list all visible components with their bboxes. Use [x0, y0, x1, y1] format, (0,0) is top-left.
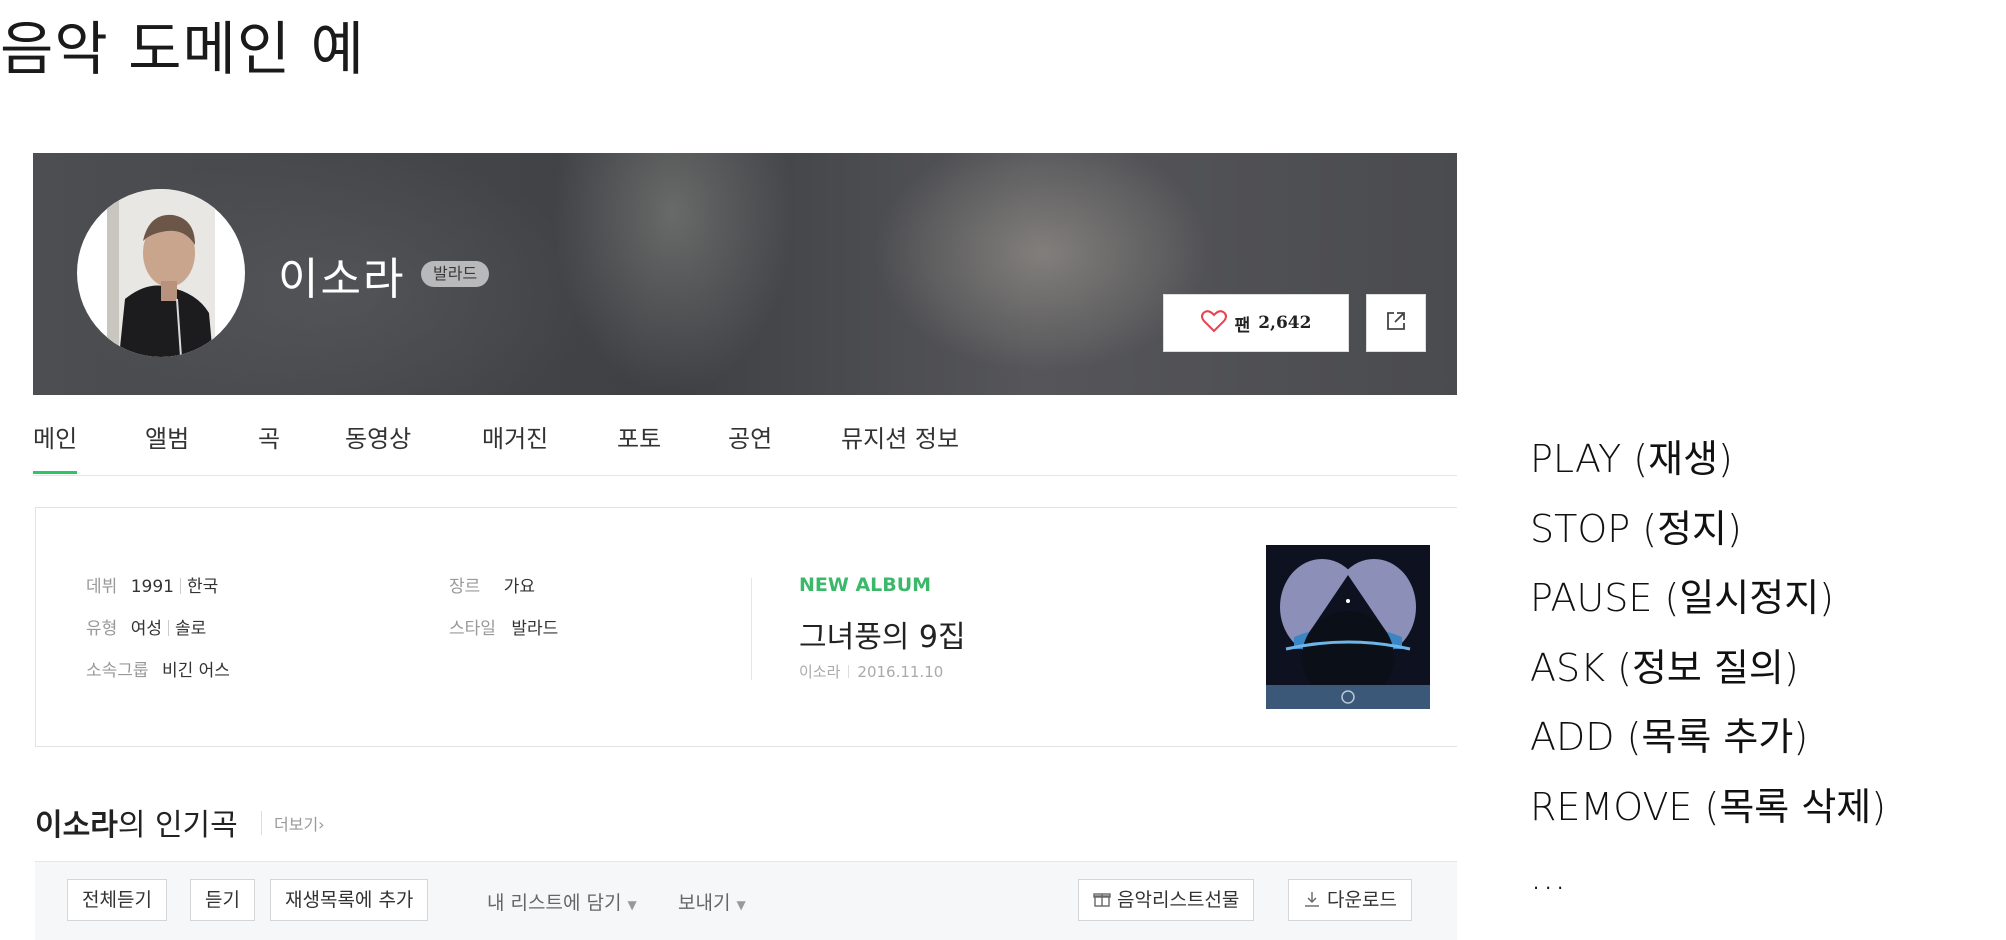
- tab-album[interactable]: 앨범: [145, 419, 189, 474]
- artist-name: 이소라: [278, 254, 406, 305]
- gift-icon: [1093, 889, 1117, 911]
- download-icon: [1303, 889, 1327, 911]
- download-button[interactable]: 다운로드: [1288, 879, 1412, 921]
- gift-music-list-button[interactable]: 음악리스트선물: [1078, 879, 1255, 921]
- share-icon: [1384, 309, 1408, 337]
- heart-icon: [1200, 309, 1227, 338]
- fan-label: 팬: [1234, 315, 1251, 336]
- send-dropdown[interactable]: 보내기 ▼: [678, 888, 746, 915]
- tab-concert[interactable]: 공연: [728, 419, 772, 474]
- type-row: 유형 여성 솔로: [86, 619, 207, 639]
- group-row: 소속그룹 비긴 어스: [86, 661, 230, 681]
- caret-down-icon: ▼: [736, 898, 746, 912]
- tab-photo[interactable]: 포토: [617, 419, 661, 474]
- artist-tabs: 메인 앨범 곡 동영상 매거진 포토 공연 뮤지션 정보: [33, 395, 1457, 476]
- tab-musician-info[interactable]: 뮤지션 정보: [841, 419, 959, 474]
- info-divider: [751, 578, 752, 680]
- command-item: ASK (정보 질의): [1530, 645, 1799, 690]
- style-row: 스타일 발라드: [449, 619, 559, 639]
- fan-button[interactable]: 팬 2,642: [1163, 294, 1349, 352]
- command-item: PAUSE (일시정지): [1530, 576, 1834, 620]
- play-all-button[interactable]: 전체듣기: [67, 879, 167, 921]
- command-item: REMOVE (목록 삭제): [1530, 784, 1887, 829]
- song-toolbar: 전체듣기 듣기 재생목록에 추가 내 리스트에 담기 ▼ 보내기 ▼ 음악리스트…: [35, 861, 1457, 940]
- tab-main[interactable]: 메인: [33, 419, 78, 474]
- artist-banner: 이소라 발라드 팬 2,642: [33, 153, 1457, 395]
- listen-button[interactable]: 듣기: [190, 879, 255, 921]
- command-list: PLAY (재생) STOP (정지) PAUSE (일시정지) ASK (정보…: [1530, 425, 1886, 912]
- genre-badge: 발라드: [421, 261, 490, 287]
- new-album-tag: NEW ALBUM: [799, 574, 932, 596]
- command-item: ADD (목록 추가): [1530, 715, 1809, 759]
- command-item: STOP (정지): [1530, 506, 1742, 551]
- command-item: PLAY (재생): [1530, 437, 1733, 481]
- my-list-dropdown[interactable]: 내 리스트에 담기 ▼: [487, 888, 637, 915]
- add-to-playlist-button[interactable]: 재생목록에 추가: [270, 879, 429, 921]
- artist-avatar[interactable]: [77, 189, 245, 357]
- more-link[interactable]: 더보기›: [261, 811, 325, 835]
- tab-song[interactable]: 곡: [258, 419, 280, 474]
- new-album-title[interactable]: 그녀풍의 9집: [799, 612, 966, 656]
- artist-page-screenshot: 이소라 발라드 팬 2,642 메인 앨범 곡 동영상 매거진 포토 공연 뮤지…: [33, 153, 1457, 940]
- popular-songs-title: 이소라의 인기곡: [35, 808, 238, 843]
- caret-down-icon: ▼: [627, 898, 637, 912]
- share-button[interactable]: [1366, 294, 1426, 352]
- fan-count: 2,642: [1258, 313, 1312, 333]
- new-album-date: 2016.11.10: [857, 663, 944, 681]
- tab-magazine[interactable]: 매거진: [482, 419, 548, 474]
- new-album-artist[interactable]: 이소라: [799, 663, 840, 681]
- artist-info-box: 데뷔 1991 한국 유형 여성 솔로 소속그룹 비긴 어스 장르 가요 스타일 발…: [35, 507, 1457, 747]
- genre-row: 장르 가요: [449, 577, 535, 597]
- new-album-cover[interactable]: [1266, 545, 1430, 709]
- slide-title: 음악 도메인 예: [0, 15, 366, 83]
- command-item: ...: [1530, 854, 1567, 898]
- tab-video[interactable]: 동영상: [345, 419, 411, 474]
- debut-row: 데뷔 1991 한국: [86, 577, 219, 597]
- new-album-meta: 이소라 2016.11.10: [799, 661, 943, 682]
